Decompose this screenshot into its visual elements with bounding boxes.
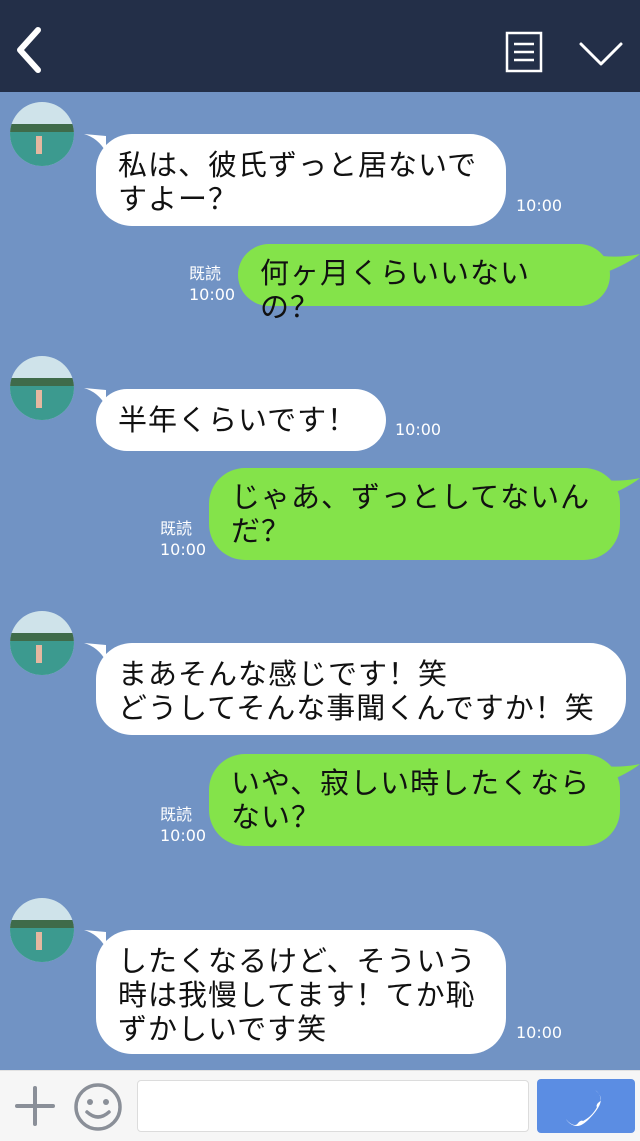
avatar[interactable] <box>10 102 74 166</box>
message-time: 10:00 <box>516 1023 563 1042</box>
chat-header <box>0 0 640 92</box>
input-bar <box>0 1070 640 1141</box>
message-bubble-outgoing[interactable]: じゃあ、ずっとしてないん だ？ <box>209 468 620 560</box>
message-bubble-incoming[interactable]: 半年くらいです！ <box>96 389 386 451</box>
expand-button[interactable] <box>576 34 626 74</box>
message-bubble-outgoing[interactable]: いや、寂しい時したくなら ない？ <box>209 754 620 846</box>
message-bubble-incoming[interactable]: 私は、彼氏ずっと居ないで すよー？ <box>96 134 506 226</box>
back-button[interactable] <box>10 24 54 76</box>
call-button[interactable] <box>537 1079 635 1133</box>
message-bubble-incoming[interactable]: まあそんな感じです！笑 どうしてそんな事聞くんですか！笑 <box>96 643 626 735</box>
message-time: 10:00 <box>160 826 207 845</box>
plus-icon <box>15 1086 55 1126</box>
message-input[interactable] <box>137 1080 529 1132</box>
chevron-down-icon <box>579 42 623 66</box>
bubble-tail <box>602 764 640 784</box>
smiley-icon <box>74 1083 122 1131</box>
message-time: 10:00 <box>516 196 563 215</box>
message-time: 10:00 <box>395 420 442 439</box>
read-label: 既読 <box>160 519 193 538</box>
message-bubble-outgoing[interactable]: 何ヶ月くらいいないの？ <box>238 244 610 324</box>
menu-button[interactable] <box>505 31 543 73</box>
read-receipt: 既読 10:00 <box>160 804 206 846</box>
message-time: 10:00 <box>189 285 236 304</box>
menu-list-icon <box>505 31 543 73</box>
message-time: 10:00 <box>160 540 207 559</box>
read-receipt: 既読 10:00 <box>189 263 235 305</box>
message-bubble-incoming[interactable]: したくなるけど、そういう 時は我慢してます！てか恥 ずかしいです笑 <box>96 930 506 1054</box>
chevron-left-icon <box>17 27 41 73</box>
read-label: 既読 <box>189 264 222 283</box>
emoji-button[interactable] <box>72 1081 124 1133</box>
avatar[interactable] <box>10 356 74 420</box>
read-receipt: 既読 10:00 <box>160 518 206 560</box>
avatar[interactable] <box>10 611 74 675</box>
avatar[interactable] <box>10 898 74 962</box>
phone-icon <box>566 1090 601 1126</box>
bubble-tail <box>602 478 640 498</box>
read-label: 既読 <box>160 805 193 824</box>
add-button[interactable] <box>14 1085 56 1127</box>
bubble-tail <box>602 254 640 274</box>
chat-area[interactable]: 私は、彼氏ずっと居ないで すよー？ 10:00 既読 10:00 何ヶ月くらいい… <box>0 92 640 1070</box>
